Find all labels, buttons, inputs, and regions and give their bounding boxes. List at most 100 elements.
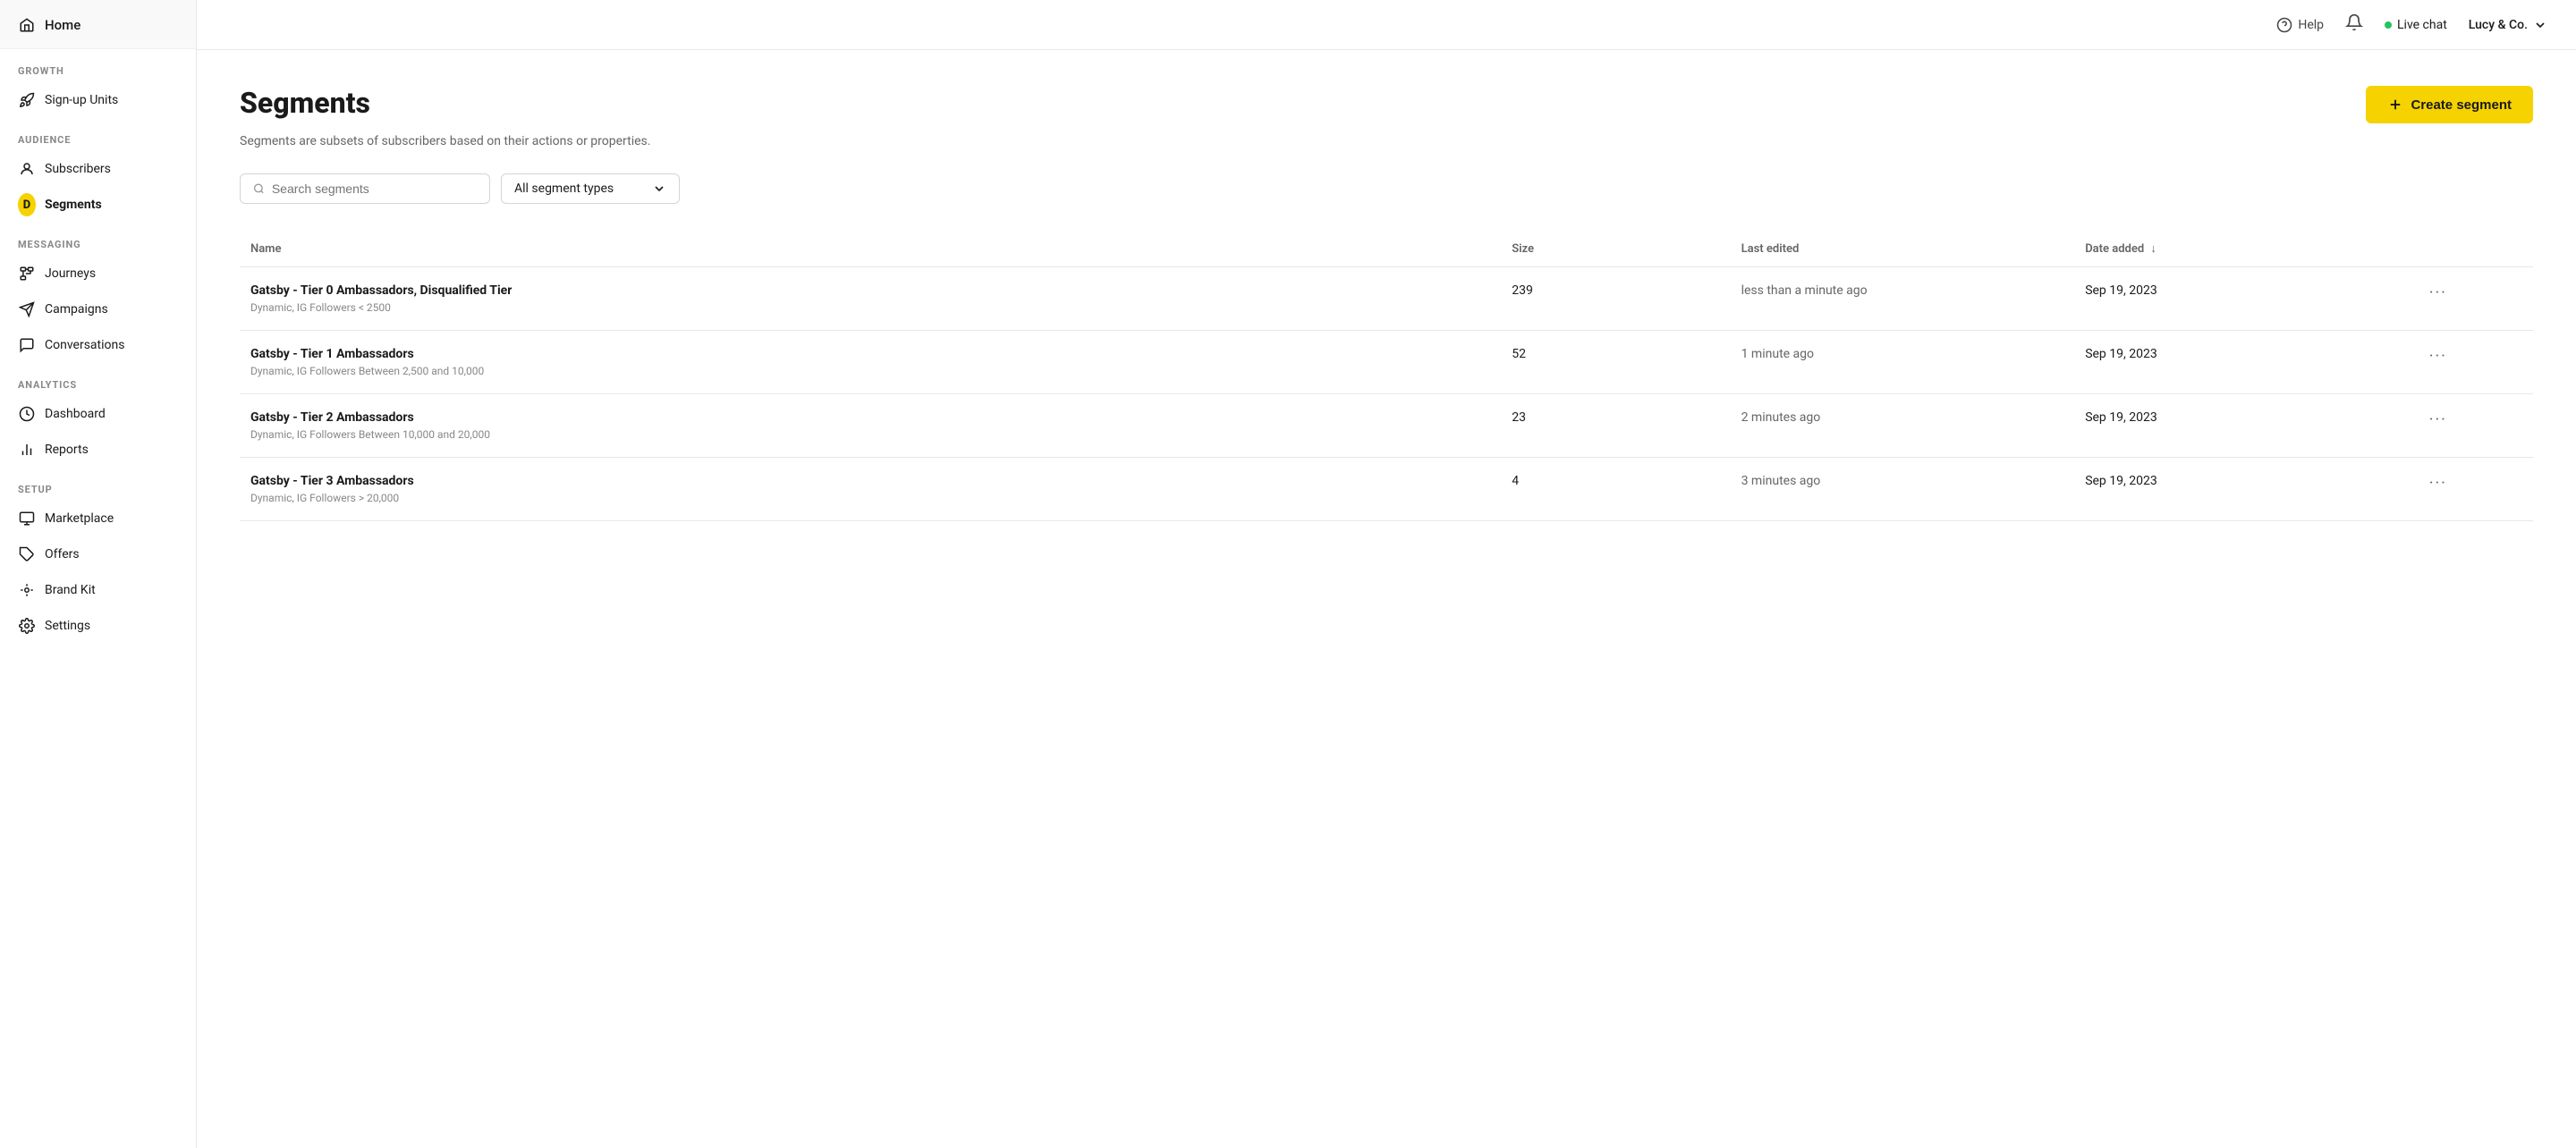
rocket-icon [18, 91, 36, 109]
segment-meta: Dynamic, IG Followers > 20,000 [250, 492, 1490, 504]
journeys-icon [18, 265, 36, 283]
row-actions-menu[interactable]: ··· [2429, 410, 2447, 429]
col-date-added[interactable]: Date added ↓ [2074, 232, 2419, 267]
section-label-setup: Setup [0, 468, 196, 501]
sidebar-item-segments[interactable]: D Segments [0, 187, 196, 223]
bell-icon [2345, 13, 2363, 31]
segment-last-edited: 3 minutes ago [1731, 458, 2075, 521]
account-name: Lucy & Co. [2469, 18, 2528, 32]
live-chat-label: Live chat [2397, 18, 2447, 32]
sidebar-item-dashboard[interactable]: Dashboard [0, 396, 196, 432]
page-subtitle: Segments are subsets of subscribers base… [240, 134, 2533, 148]
conversations-icon [18, 336, 36, 354]
create-segment-button[interactable]: Create segment [2366, 86, 2533, 123]
section-label-audience: Audience [0, 118, 196, 151]
segments-table: Name Size Last edited Date added ↓ Gatsb… [240, 232, 2533, 521]
chevron-down-icon [652, 181, 666, 196]
segment-date-added: Sep 19, 2023 [2074, 458, 2419, 521]
section-label-messaging: Messaging [0, 223, 196, 256]
home-label: Home [45, 17, 80, 33]
sidebar-item-label: Sign-up Units [45, 93, 118, 107]
sidebar-item-conversations[interactable]: Conversations [0, 327, 196, 363]
sidebar-item-label: Reports [45, 443, 89, 457]
sidebar-item-subscribers[interactable]: Subscribers [0, 151, 196, 187]
sidebar-item-campaigns[interactable]: Campaigns [0, 291, 196, 327]
table-row[interactable]: Gatsby - Tier 2 Ambassadors Dynamic, IG … [240, 394, 2533, 458]
sidebar-item-reports[interactable]: Reports [0, 432, 196, 468]
type-filter-label: All segment types [514, 181, 614, 196]
help-icon [2276, 17, 2292, 33]
segment-name: Gatsby - Tier 0 Ambassadors, Disqualifie… [250, 283, 1490, 298]
page-content: Segments Create segment Segments are sub… [197, 50, 2576, 1148]
segment-meta: Dynamic, IG Followers Between 2,500 and … [250, 365, 1490, 377]
live-chat-status: Live chat [2385, 18, 2447, 32]
sidebar-item-offers[interactable]: Offers [0, 536, 196, 572]
section-label-growth: Growth [0, 49, 196, 82]
sort-arrow-icon: ↓ [2150, 242, 2157, 256]
segment-last-edited: 2 minutes ago [1731, 394, 2075, 458]
sidebar-item-label: Journeys [45, 266, 96, 281]
sidebar-item-label: Dashboard [45, 407, 106, 421]
sidebar-item-label: Marketplace [45, 511, 114, 526]
person-icon [18, 160, 36, 178]
row-actions-menu[interactable]: ··· [2429, 474, 2447, 493]
segment-name: Gatsby - Tier 2 Ambassadors [250, 410, 1490, 425]
table-row[interactable]: Gatsby - Tier 3 Ambassadors Dynamic, IG … [240, 458, 2533, 521]
page-title: Segments [240, 86, 370, 120]
segment-last-edited: 1 minute ago [1731, 331, 2075, 394]
main-content: Help Live chat Lucy & Co. Segments Creat… [197, 0, 2576, 1148]
search-icon [253, 182, 265, 195]
account-menu[interactable]: Lucy & Co. [2469, 18, 2547, 32]
offers-icon [18, 545, 36, 563]
segment-meta: Dynamic, IG Followers Between 10,000 and… [250, 428, 1490, 441]
sidebar-item-brand-kit[interactable]: Brand Kit [0, 572, 196, 608]
campaigns-icon [18, 300, 36, 318]
create-button-label: Create segment [2411, 97, 2512, 113]
segment-last-edited: less than a minute ago [1731, 267, 2075, 331]
sidebar-item-label: Campaigns [45, 302, 108, 317]
brand-kit-icon [18, 581, 36, 599]
dashboard-icon [18, 405, 36, 423]
home-icon [18, 16, 36, 34]
segments-icon: D [18, 196, 36, 214]
segment-size: 239 [1501, 267, 1730, 331]
segment-size: 52 [1501, 331, 1730, 394]
col-last-edited: Last edited [1731, 232, 2075, 267]
segment-name: Gatsby - Tier 3 Ambassadors [250, 474, 1490, 488]
col-name: Name [240, 232, 1501, 267]
col-actions [2419, 232, 2533, 267]
sidebar-item-label: Brand Kit [45, 583, 96, 597]
chevron-down-icon [2533, 18, 2547, 32]
marketplace-icon [18, 510, 36, 528]
sidebar-item-label: Segments [45, 198, 102, 212]
search-input[interactable] [272, 181, 477, 196]
table-row[interactable]: Gatsby - Tier 1 Ambassadors Dynamic, IG … [240, 331, 2533, 394]
segment-name: Gatsby - Tier 1 Ambassadors [250, 347, 1490, 361]
settings-icon [18, 617, 36, 635]
sidebar-item-label: Subscribers [45, 162, 111, 176]
filter-row: All segment types [240, 173, 2533, 204]
table-row[interactable]: Gatsby - Tier 0 Ambassadors, Disqualifie… [240, 267, 2533, 331]
notifications-button[interactable] [2345, 13, 2363, 36]
segment-meta: Dynamic, IG Followers < 2500 [250, 301, 1490, 314]
segment-type-filter[interactable]: All segment types [501, 173, 680, 204]
reports-icon [18, 441, 36, 459]
sidebar-item-label: Offers [45, 547, 80, 561]
segment-size: 23 [1501, 394, 1730, 458]
search-box[interactable] [240, 173, 490, 204]
segment-date-added: Sep 19, 2023 [2074, 267, 2419, 331]
section-label-analytics: Analytics [0, 363, 196, 396]
row-actions-menu[interactable]: ··· [2429, 283, 2447, 302]
plus-icon [2387, 97, 2403, 113]
segment-date-added: Sep 19, 2023 [2074, 394, 2419, 458]
help-button[interactable]: Help [2276, 17, 2324, 33]
help-label: Help [2298, 18, 2324, 32]
sidebar-item-settings[interactable]: Settings [0, 608, 196, 644]
col-size: Size [1501, 232, 1730, 267]
sidebar-item-journeys[interactable]: Journeys [0, 256, 196, 291]
page-header: Segments Create segment [240, 86, 2533, 123]
sidebar-item-marketplace[interactable]: Marketplace [0, 501, 196, 536]
sidebar-item-signup-units[interactable]: Sign-up Units [0, 82, 196, 118]
sidebar-item-home[interactable]: Home [0, 0, 196, 49]
row-actions-menu[interactable]: ··· [2429, 347, 2447, 366]
